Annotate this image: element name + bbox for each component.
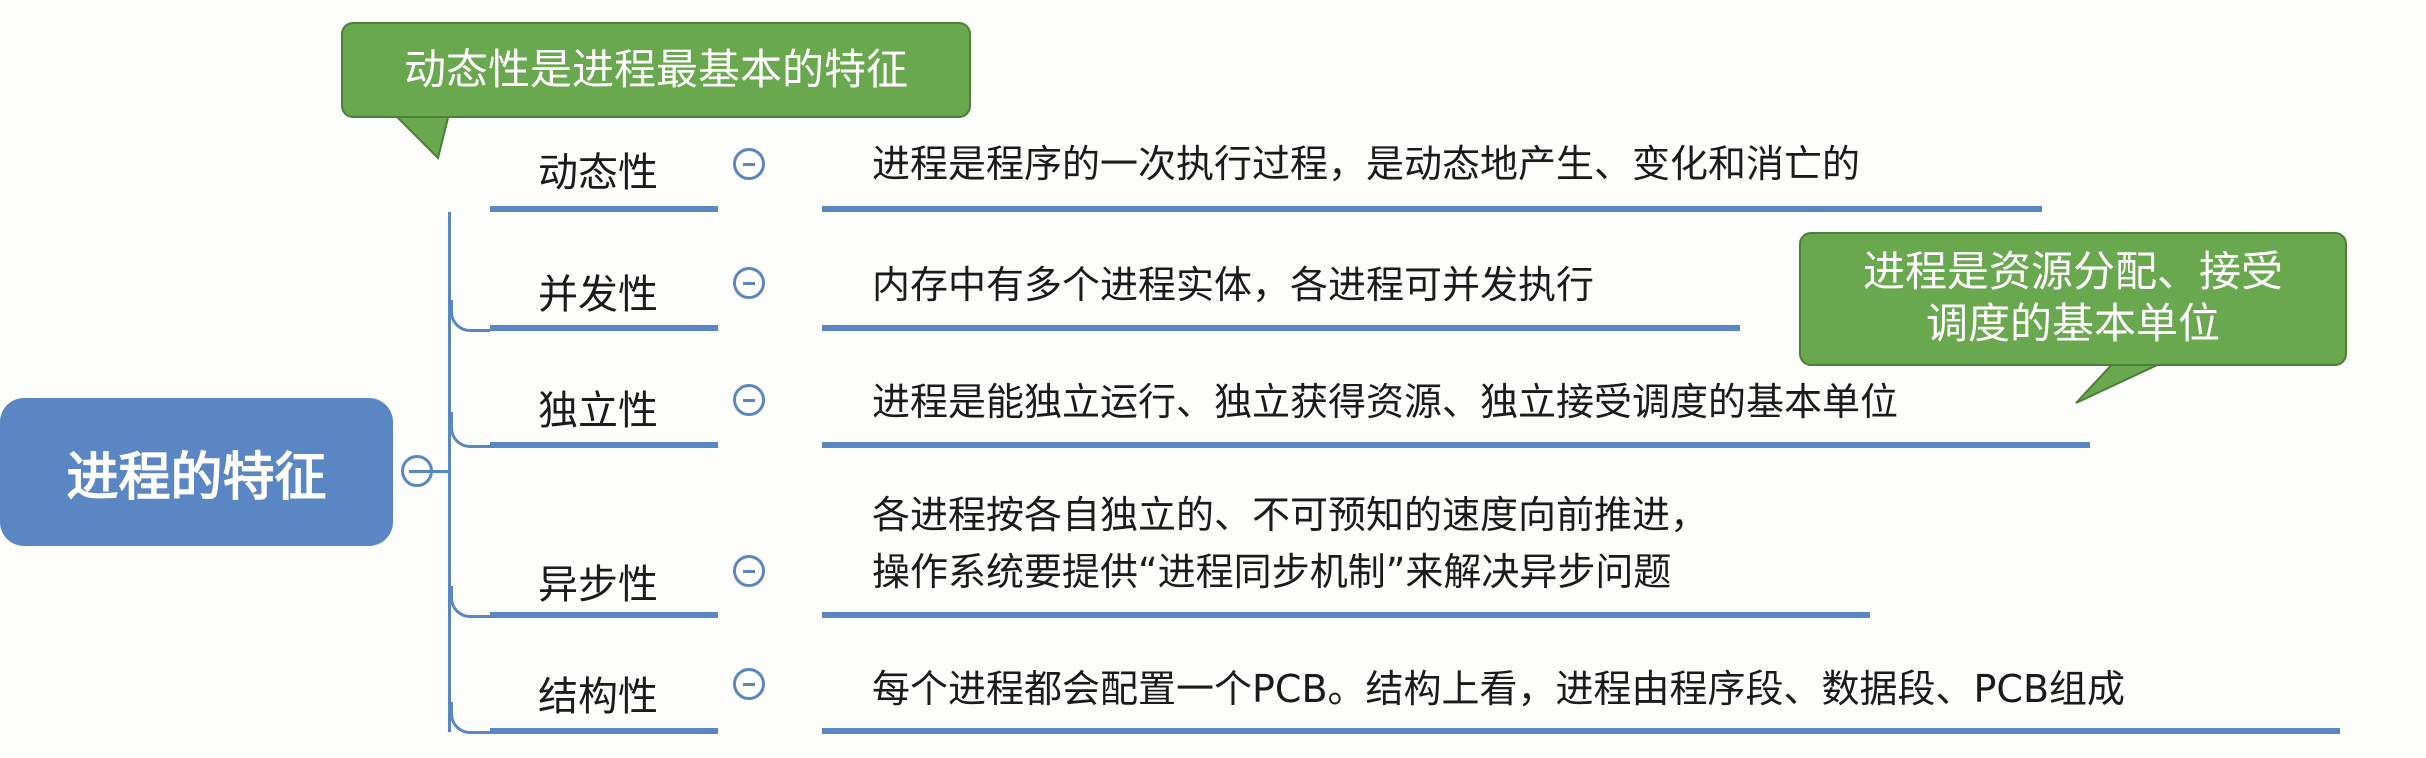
feature-desc-dynamic: 进程是程序的一次执行过程，是动态地产生、变化和消亡的 — [872, 142, 1861, 186]
collapse-icon[interactable] — [733, 555, 765, 587]
feature-desc-structural: 每个进程都会配置一个PCB。结构上看，进程由程序段、数据段、PCB组成 — [872, 667, 2126, 711]
feature-underline — [490, 728, 718, 734]
desc-underline — [822, 442, 2090, 448]
feature-name-async: 异步性 — [538, 562, 658, 608]
callout-text: 动态性是进程最基本的特征 — [403, 45, 908, 94]
desc-underline — [822, 206, 2042, 212]
branch-connector — [450, 702, 490, 734]
feature-desc-async-line1: 各进程按各自独立的、不可预知的速度向前推进， — [872, 493, 1709, 537]
callout-text: 调度的基本单位 — [1925, 299, 2220, 348]
callout-dynamic-basic: 动态性是进程最基本的特征 — [341, 22, 971, 118]
feature-underline — [490, 325, 718, 331]
feature-desc-async-line2: 操作系统要提供“进程同步机制”来解决异步问题 — [872, 550, 1672, 594]
feature-underline — [490, 442, 718, 448]
feature-name-concurrent: 并发性 — [538, 272, 658, 318]
feature-name-independent: 独立性 — [538, 388, 658, 434]
callout-text: 进程是资源分配、接受 — [1862, 247, 2283, 296]
branch-connector — [450, 300, 490, 332]
branch-connector — [450, 586, 490, 618]
root-node[interactable]: 进程的特征 — [0, 398, 393, 546]
root-label: 进程的特征 — [66, 447, 327, 508]
collapse-icon[interactable] — [733, 267, 765, 299]
feature-desc-concurrent: 内存中有多个进程实体，各进程可并发执行 — [872, 263, 1595, 307]
callout-independent-unit: 进程是资源分配、接受 调度的基本单位 — [1799, 232, 2347, 366]
collapse-icon[interactable] — [733, 148, 765, 180]
desc-underline — [822, 728, 2340, 734]
collapse-icon[interactable] — [733, 384, 765, 416]
feature-name-dynamic: 动态性 — [538, 150, 658, 196]
collapse-icon[interactable] — [733, 668, 765, 700]
feature-name-structural: 结构性 — [538, 674, 658, 720]
root-connector — [409, 470, 449, 473]
feature-desc-independent: 进程是能独立运行、独立获得资源、独立接受调度的基本单位 — [872, 380, 1899, 424]
branch-connector — [450, 412, 490, 448]
callout-pointer — [388, 110, 452, 160]
branch-connector — [450, 172, 490, 212]
feature-underline — [490, 612, 718, 618]
desc-underline — [822, 612, 1870, 618]
feature-underline — [490, 206, 718, 212]
branch-trunk — [448, 212, 451, 732]
desc-underline — [822, 325, 1740, 331]
